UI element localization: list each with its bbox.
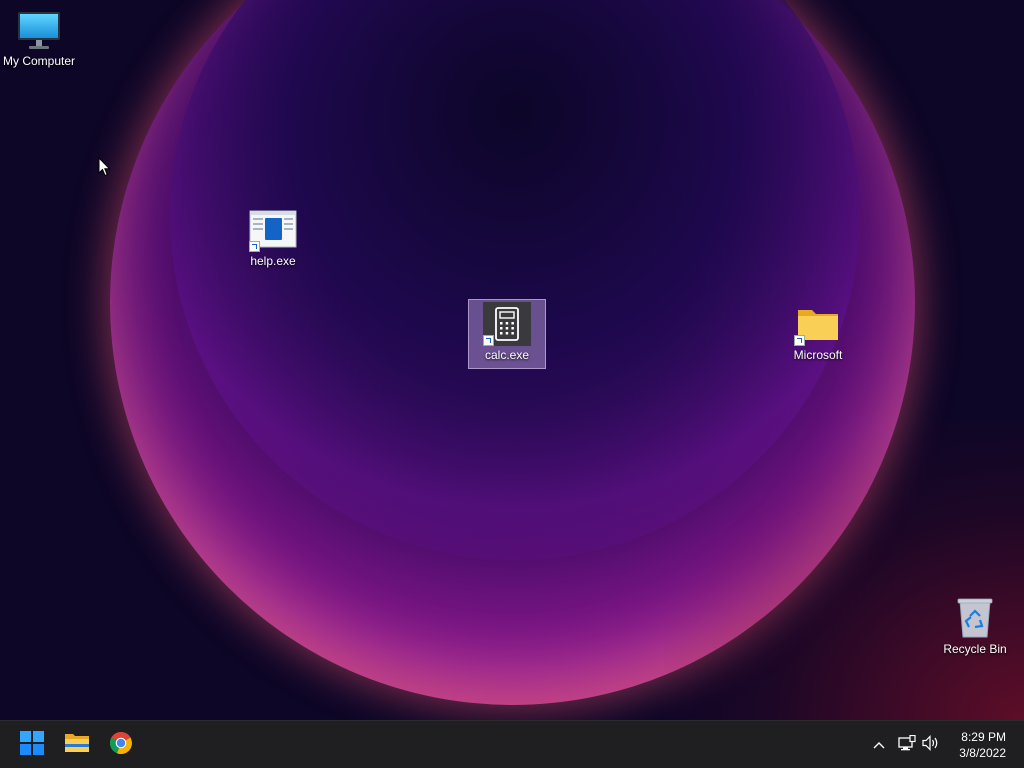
folder-icon: [794, 302, 842, 346]
recycle-bin-icon: [951, 596, 999, 640]
volume-button[interactable]: [920, 721, 942, 769]
desktop-icon-recycle-bin[interactable]: Recycle Bin: [936, 594, 1014, 660]
calculator-icon: [483, 302, 531, 348]
shortcut-arrow-icon: [249, 241, 260, 252]
desktop-icon-label: My Computer: [2, 54, 76, 68]
mouse-cursor-icon: [98, 156, 112, 177]
taskbar: 8:29 PM 3/8/2022: [0, 720, 1024, 768]
windows-logo-icon: [20, 730, 44, 760]
start-button[interactable]: [14, 727, 50, 763]
shortcut-arrow-icon: [483, 335, 494, 346]
desktop-icon-label: help.exe: [250, 254, 296, 268]
desktop-icon-microsoft-folder[interactable]: Microsoft: [779, 300, 857, 366]
chrome-button[interactable]: [103, 727, 139, 763]
network-icon: [898, 734, 916, 756]
network-button[interactable]: [896, 721, 918, 769]
file-explorer-button[interactable]: [59, 727, 95, 763]
desktop-icon-label: calc.exe: [484, 348, 530, 362]
show-hidden-icons-button[interactable]: [868, 721, 890, 769]
help-window-icon: [249, 208, 297, 252]
desktop-icon-help-exe[interactable]: help.exe: [234, 206, 312, 272]
clock[interactable]: 8:29 PM 3/8/2022: [959, 729, 1006, 761]
chevron-up-icon: [873, 736, 885, 754]
clock-time: 8:29 PM: [961, 730, 1006, 744]
wallpaper-corner: [664, 420, 1024, 720]
chrome-icon: [109, 731, 133, 760]
desktop-icon-label: Recycle Bin: [943, 642, 1007, 656]
desktop-icon-my-computer[interactable]: My Computer: [0, 6, 78, 72]
shortcut-arrow-icon: [794, 335, 805, 346]
desktop-icon-label: Microsoft: [793, 348, 843, 362]
folder-icon: [64, 732, 90, 759]
desktop[interactable]: My Computer help.exe calc.exe Microsoft …: [0, 0, 1024, 720]
volume-icon: [922, 734, 940, 756]
monitor-icon: [15, 8, 63, 52]
desktop-icon-calc-exe[interactable]: calc.exe: [468, 299, 546, 369]
clock-date: 3/8/2022: [959, 746, 1006, 760]
